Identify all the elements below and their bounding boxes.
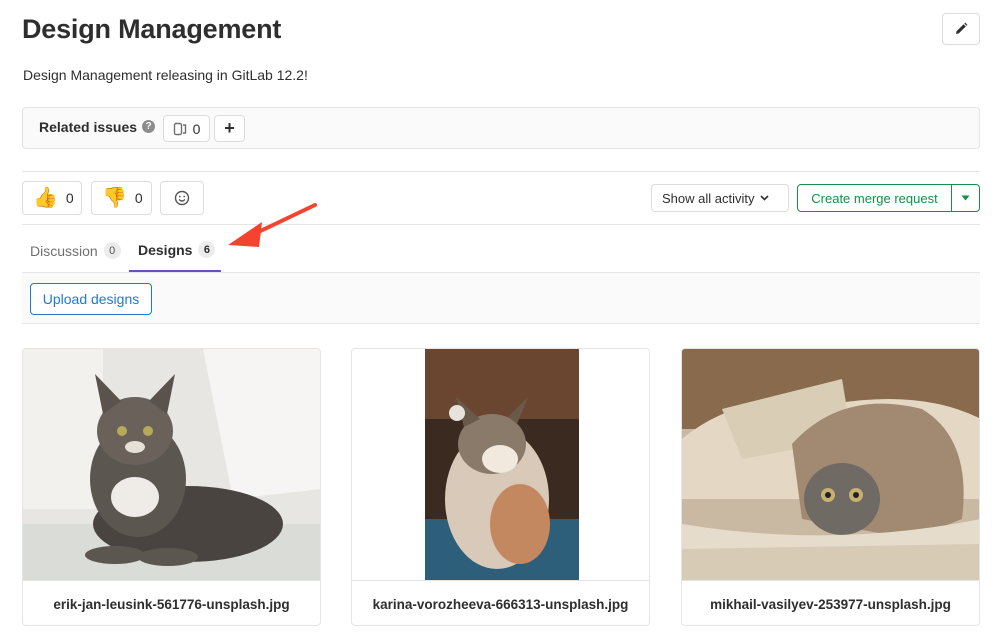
design-card[interactable]: erik-jan-leusink-561776-unsplash.jpg <box>22 348 321 626</box>
upload-designs-button[interactable]: Upload designs <box>30 283 152 315</box>
design-filename: mikhail-vasilyev-253977-unsplash.jpg <box>682 580 979 625</box>
design-image-cat <box>682 349 979 580</box>
designs-toolbar: Upload designs <box>22 272 980 324</box>
design-filename: erik-jan-leusink-561776-unsplash.jpg <box>23 580 320 625</box>
design-filename: karina-vorozheeva-666313-unsplash.jpg <box>352 580 649 625</box>
design-card[interactable]: mikhail-vasilyev-253977-unsplash.jpg <box>681 348 980 626</box>
design-card[interactable]: karina-vorozheeva-666313-unsplash.jpg <box>351 348 650 626</box>
design-image-cat <box>352 349 649 580</box>
design-image-cat <box>23 349 320 580</box>
